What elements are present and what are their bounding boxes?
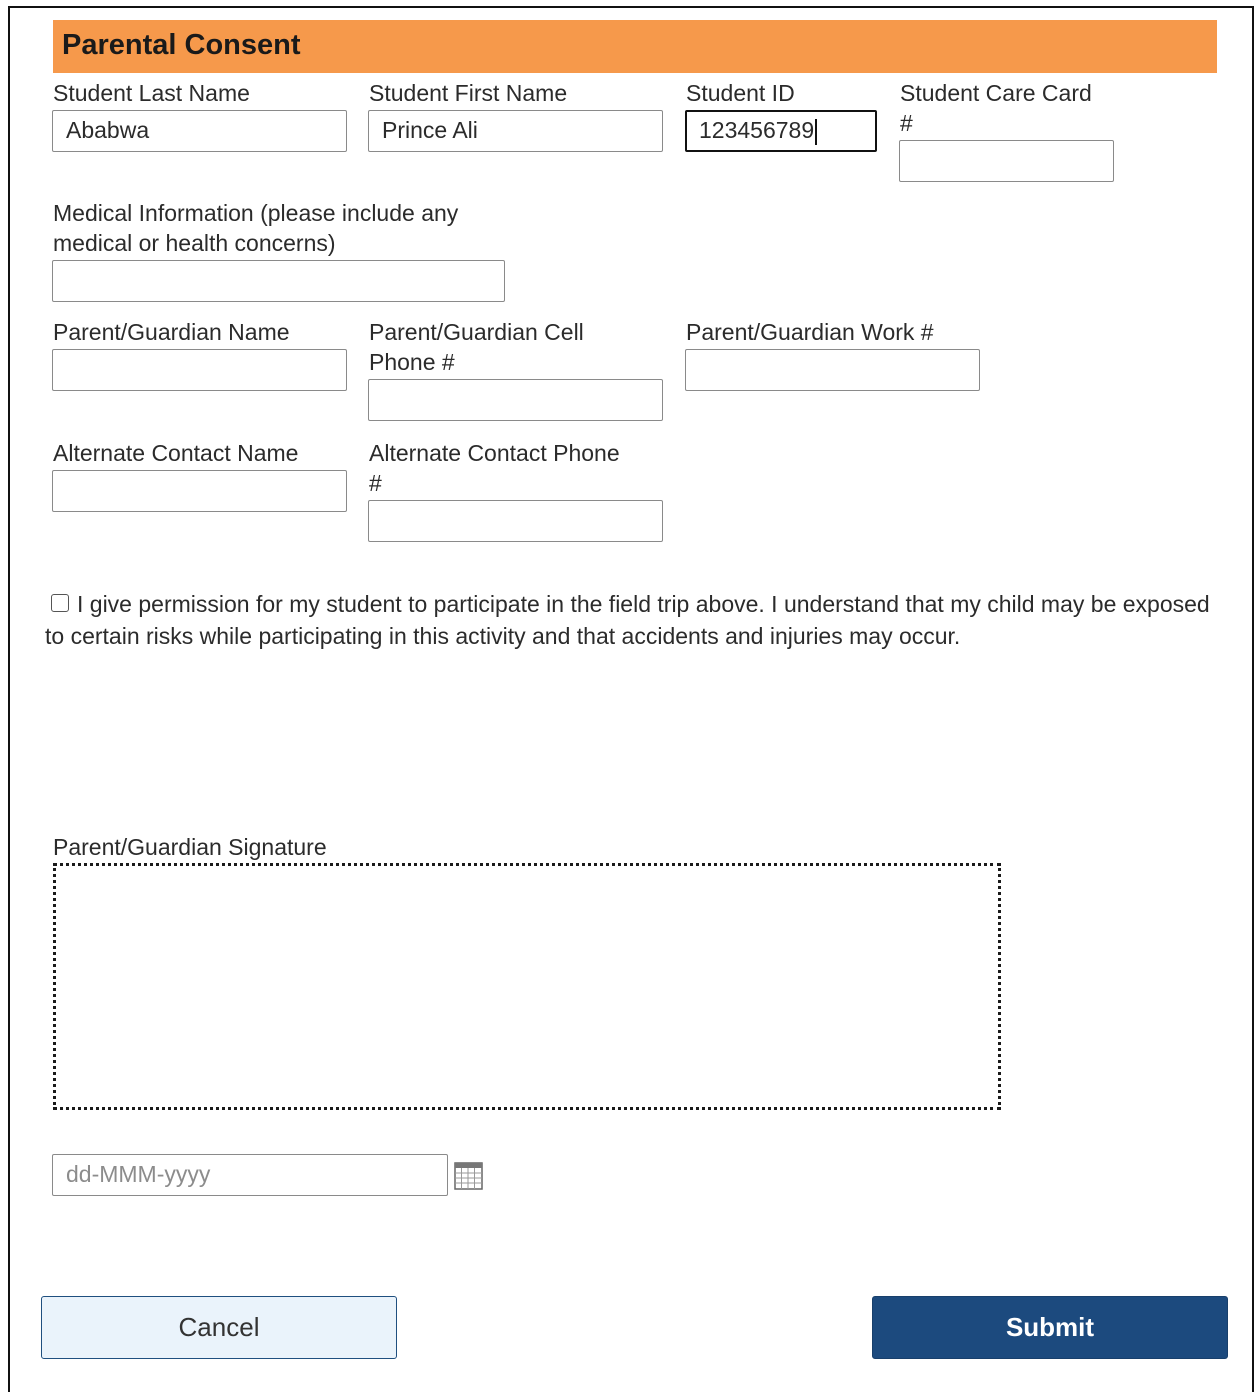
parent-cell-label: Parent/Guardian Cell (369, 319, 584, 345)
medical-info-label: Medical Information (please include any (53, 200, 459, 226)
alt-contact-phone-input[interactable] (368, 500, 663, 542)
student-first-name-input[interactable]: Prince Ali (368, 110, 663, 152)
parent-name-input[interactable] (52, 349, 347, 391)
submit-button[interactable]: Submit (872, 1296, 1228, 1359)
student-id-value: 123456789 (699, 117, 815, 143)
signature-label: Parent/Guardian Signature (53, 834, 327, 860)
cancel-button[interactable]: Cancel (41, 1296, 397, 1359)
signature-pad[interactable] (53, 863, 1001, 1110)
medical-info-label-line2: medical or health concerns) (53, 230, 336, 256)
calendar-icon[interactable] (454, 1162, 483, 1190)
parent-work-input[interactable] (685, 349, 980, 391)
parent-name-label: Parent/Guardian Name (53, 319, 290, 345)
alt-contact-name-label: Alternate Contact Name (53, 440, 299, 466)
parent-cell-label-line2: Phone # (369, 349, 455, 375)
medical-info-input[interactable] (52, 260, 505, 302)
alt-contact-name-input[interactable] (52, 470, 347, 512)
alt-contact-phone-label: Alternate Contact Phone (369, 440, 620, 466)
student-care-card-label-hash: # (900, 110, 913, 136)
student-last-name-label: Student Last Name (53, 80, 250, 106)
date-input[interactable]: dd-MMM-yyyy (52, 1154, 448, 1196)
student-last-name-input[interactable]: Ababwa (52, 110, 347, 152)
consent-text: I give permission for my student to part… (45, 591, 1210, 649)
student-first-name-label: Student First Name (369, 80, 568, 106)
student-id-input[interactable]: 123456789 (685, 110, 877, 152)
form-header: Parental Consent (53, 20, 1217, 73)
form-title: Parental Consent (62, 29, 301, 61)
student-care-card-input[interactable] (899, 140, 1114, 182)
student-id-label: Student ID (686, 80, 795, 106)
parent-cell-input[interactable] (368, 379, 663, 421)
alt-contact-phone-label-hash: # (369, 470, 382, 496)
parent-work-label: Parent/Guardian Work # (686, 319, 934, 345)
text-caret (815, 118, 818, 145)
student-care-card-label: Student Care Card (900, 80, 1092, 106)
